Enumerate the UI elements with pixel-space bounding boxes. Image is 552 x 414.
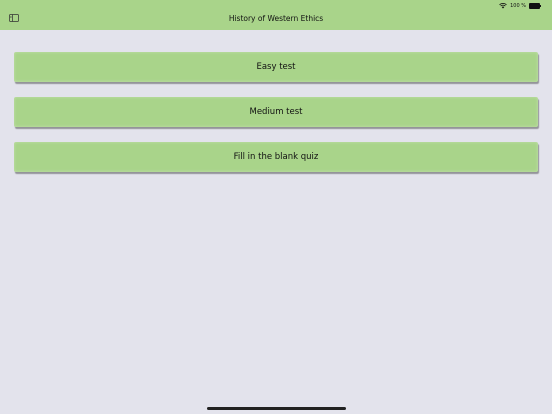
battery-percentage: 100 % (510, 2, 526, 9)
page-title: History of Western Ethics (228, 14, 324, 23)
status-bar: 100 % (499, 2, 541, 9)
medium-test-button[interactable]: Medium test (14, 97, 538, 127)
home-indicator[interactable] (207, 407, 346, 410)
wifi-icon (499, 2, 507, 8)
battery-icon (529, 2, 541, 9)
battery-level-fill (530, 3, 539, 8)
easy-test-button[interactable]: Easy test (14, 52, 538, 82)
navigation-bar: 100 % History of Western Ethics (0, 0, 552, 30)
fill-in-the-blank-quiz-button[interactable]: Fill in the blank quiz (14, 142, 538, 172)
